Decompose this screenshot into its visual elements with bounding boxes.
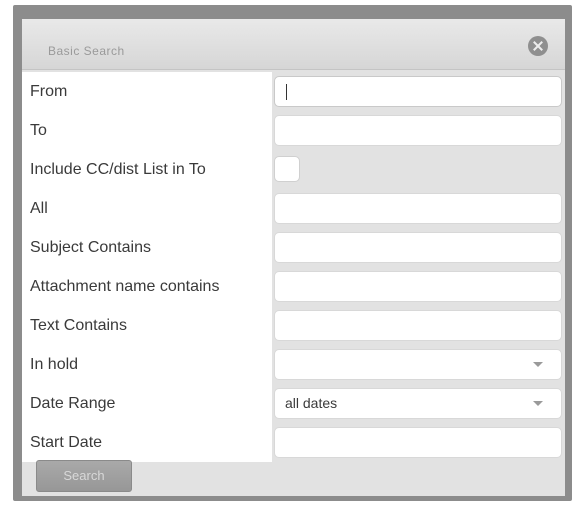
date-range-label: Date Range	[30, 395, 116, 412]
row-include-cc: Include CC/dist List in To	[22, 150, 565, 189]
attachment-label: Attachment name contains	[30, 278, 220, 295]
from-input[interactable]	[274, 76, 562, 107]
subject-input[interactable]	[274, 232, 562, 263]
row-start-date: Start Date	[22, 423, 565, 462]
start-date-input[interactable]	[274, 427, 562, 458]
attachment-input[interactable]	[274, 271, 562, 302]
to-label: To	[30, 122, 47, 139]
search-button[interactable]: Search	[36, 460, 132, 492]
in-hold-label: In hold	[30, 356, 79, 373]
row-in-hold: In hold	[22, 345, 565, 384]
date-range-select[interactable]: all dates	[274, 388, 562, 419]
text-contains-label: Text Contains	[30, 317, 127, 334]
all-label: All	[30, 200, 48, 217]
row-all: All	[22, 189, 565, 228]
row-subject: Subject Contains	[22, 228, 565, 267]
in-hold-select[interactable]	[274, 349, 562, 380]
row-to: To	[22, 111, 565, 150]
row-attachment: Attachment name contains	[22, 267, 565, 306]
text-cursor	[286, 84, 287, 100]
row-date-range: Date Range all dates	[22, 384, 565, 423]
include-cc-checkbox[interactable]	[274, 156, 300, 182]
dialog-title: Basic Search	[48, 44, 125, 58]
text-contains-input[interactable]	[274, 310, 562, 341]
date-range-value: all dates	[285, 395, 338, 411]
from-label: From	[30, 83, 68, 100]
start-date-label: Start Date	[30, 434, 103, 451]
subject-label: Subject Contains	[30, 239, 151, 256]
close-icon[interactable]	[528, 36, 548, 56]
row-from: From	[22, 72, 565, 111]
row-text-contains: Text Contains	[22, 306, 565, 345]
chevron-down-icon	[533, 362, 543, 367]
to-input[interactable]	[274, 115, 562, 146]
include-cc-label: Include CC/dist List in To	[30, 161, 206, 178]
chevron-down-icon	[533, 401, 543, 406]
dialog-frame: Basic Search From To Include CC/dist Lis…	[13, 5, 572, 501]
basic-search-dialog: Basic Search From To Include CC/dist Lis…	[22, 19, 565, 496]
all-input[interactable]	[274, 193, 562, 224]
dialog-titlebar: Basic Search	[22, 19, 565, 70]
